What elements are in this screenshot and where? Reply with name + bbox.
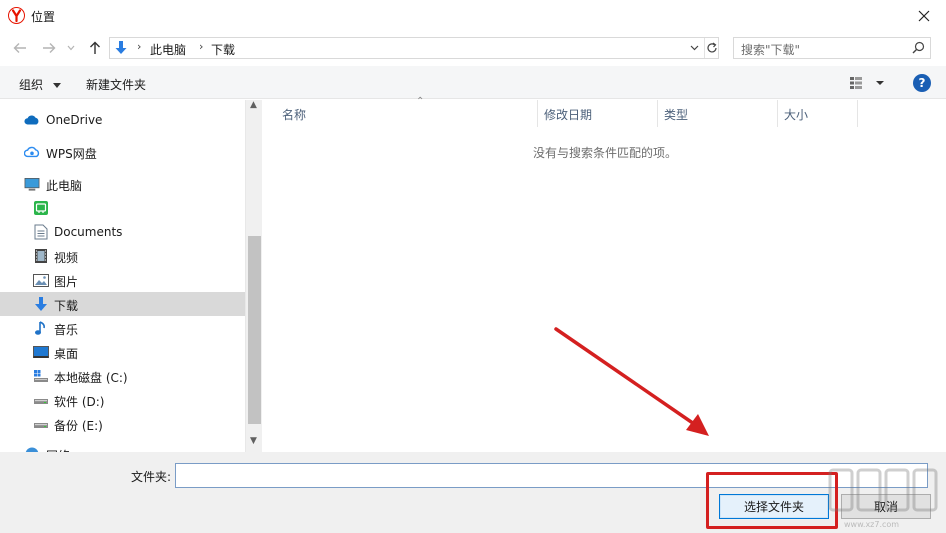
up-button[interactable]: [86, 39, 104, 57]
sidebar-item-label: 下载: [54, 299, 79, 313]
search-icon[interactable]: [912, 41, 925, 57]
recent-locations-button[interactable]: [64, 39, 78, 57]
chevron-down-icon: [690, 45, 698, 51]
picture-icon: [33, 272, 49, 288]
scroll-down-arrow-icon[interactable]: ▼: [250, 436, 257, 446]
system-drive-icon: [33, 368, 49, 384]
caret-down-icon: [52, 83, 61, 88]
change-view-button[interactable]: [848, 75, 888, 91]
sidebar-item-desktop[interactable]: 桌面: [0, 340, 245, 364]
command-bar: 组织 新建文件夹 ?: [0, 66, 946, 99]
music-icon: [33, 320, 49, 336]
cloud-icon: [24, 112, 40, 128]
scroll-up-arrow-icon[interactable]: ▲: [250, 100, 257, 110]
sidebar-item-wps-cloud[interactable]: WPS网盘: [0, 140, 245, 164]
sidebar-item-drive-e[interactable]: 备份 (E:): [0, 412, 245, 436]
sidebar-item-label: 桌面: [54, 347, 79, 361]
site-watermark-logo: www.xz7.com: [826, 460, 942, 530]
refresh-button[interactable]: [704, 38, 719, 58]
navigation-pane: OneDrive WPS网盘 此电脑 Documents 视频 图片 下载 音乐…: [0, 100, 262, 452]
search-input[interactable]: 搜索"下载": [733, 37, 931, 59]
new-folder-button[interactable]: 新建文件夹: [86, 76, 146, 93]
close-button[interactable]: [902, 0, 946, 32]
breadcrumb-downloads[interactable]: 下载: [211, 41, 235, 58]
sidebar-item-label: 音乐: [54, 323, 79, 337]
sidebar-item-network[interactable]: 网络: [0, 442, 245, 452]
file-list-pane: 名称 ⌃ 修改日期 类型 大小 没有与搜索条件匹配的项。: [262, 96, 946, 452]
drive-icon: [33, 416, 49, 432]
sidebar-item-downloads[interactable]: 下载: [0, 292, 245, 316]
window-title: 位置: [31, 10, 56, 24]
forward-button[interactable]: [40, 39, 58, 57]
search-placeholder: 搜索"下载": [741, 43, 801, 57]
download-folder-icon: [113, 40, 129, 59]
sidebar-item-label: WPS网盘: [46, 147, 97, 161]
sidebar-item-this-pc[interactable]: 此电脑: [0, 172, 245, 196]
download-icon: [33, 296, 49, 312]
sidebar-item-music[interactable]: 音乐: [0, 316, 245, 340]
breadcrumb-this-pc[interactable]: 此电脑: [150, 41, 186, 58]
close-icon: [918, 10, 930, 22]
back-button[interactable]: [11, 39, 29, 57]
sidebar-item-label: 软件 (D:): [54, 395, 105, 409]
view-details-icon: [850, 77, 884, 89]
desktop-icon: [33, 344, 49, 360]
sidebar-item-label: 备份 (E:): [54, 419, 103, 433]
annotation-highlight-box: [706, 472, 838, 529]
folder-field-label: 文件夹:: [131, 470, 172, 484]
sidebar-item-onedrive[interactable]: OneDrive: [0, 108, 245, 132]
computer-icon: [24, 176, 40, 192]
drive-icon: [33, 392, 49, 408]
sidebar-item-label: 本地磁盘 (C:): [54, 371, 128, 385]
arrow-right-icon: [43, 43, 56, 53]
yandex-browser-logo-icon: [8, 7, 25, 24]
dialog-footer: 文件夹: 选择文件夹 取消: [0, 452, 946, 533]
sidebar-item-pictures[interactable]: 图片: [0, 268, 245, 292]
refresh-icon: [707, 42, 717, 53]
wechat-folder-icon: [33, 200, 49, 216]
organize-label: 组织: [19, 78, 44, 92]
sidebar-item-wechat-files[interactable]: [0, 196, 245, 220]
sidebar-item-drive-c[interactable]: 本地磁盘 (C:): [0, 364, 245, 388]
sidebar-item-label: OneDrive: [46, 113, 103, 127]
breadcrumb-separator[interactable]: ›: [199, 40, 203, 53]
organize-menu-button[interactable]: 组织: [19, 76, 61, 93]
breadcrumb-separator[interactable]: ›: [137, 40, 141, 53]
sidebar-item-videos[interactable]: 视频: [0, 244, 245, 268]
sidebar-item-label: Documents: [54, 225, 123, 239]
arrow-up-icon: [90, 41, 100, 54]
document-icon: [33, 224, 49, 240]
wps-cloud-icon: [24, 144, 40, 160]
arrow-left-icon: [13, 43, 26, 53]
title-bar: 位置: [0, 0, 946, 32]
sidebar-item-label: 视频: [54, 251, 79, 265]
help-button[interactable]: ?: [913, 74, 931, 92]
scrollbar-thumb[interactable]: [248, 236, 261, 424]
sidebar-item-drive-d[interactable]: 软件 (D:): [0, 388, 245, 412]
navigation-scrollbar[interactable]: ▲ ▼: [245, 100, 262, 452]
address-history-dropdown[interactable]: [685, 39, 703, 57]
annotation-arrow: [554, 327, 709, 436]
sidebar-item-documents[interactable]: Documents: [0, 220, 245, 244]
chevron-down-icon: [67, 45, 75, 51]
address-bar[interactable]: › 此电脑 › 下载: [109, 37, 719, 59]
video-icon: [33, 248, 49, 264]
sidebar-item-label: 图片: [54, 275, 79, 289]
sidebar-item-label: 此电脑: [46, 179, 83, 193]
